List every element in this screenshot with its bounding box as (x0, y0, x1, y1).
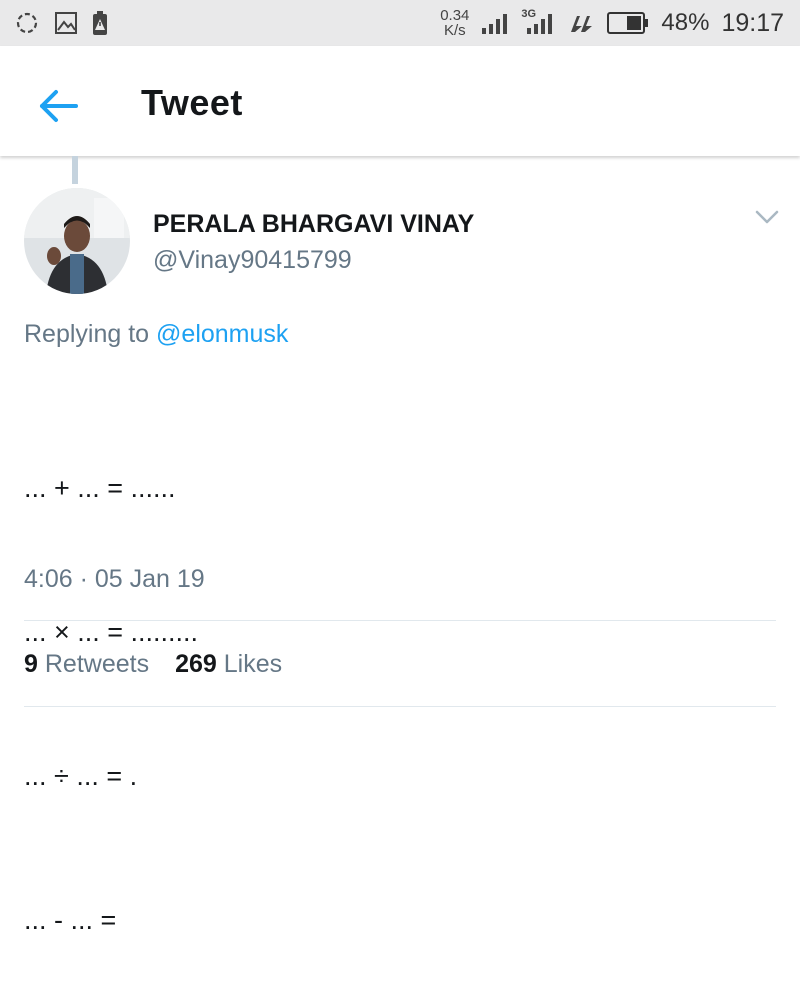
back-button[interactable] (36, 86, 80, 126)
retweets-label: Retweets (44, 650, 150, 678)
status-right: 0.34 K/s 3G 48% 19:17 (440, 8, 784, 38)
page-title: Tweet (141, 82, 243, 123)
app-bar: Tweet (0, 46, 800, 156)
thread-connector (72, 156, 78, 184)
sync-icon (16, 12, 38, 34)
replying-to-link[interactable]: @elonmusk (156, 320, 288, 348)
retweets-count: 9 (24, 650, 38, 678)
battery-percent: 48% (661, 9, 710, 36)
network-speed: 0.34 K/s (440, 8, 469, 38)
replying-to: Replying to @elonmusk (24, 320, 288, 349)
author-handle[interactable]: @Vinay90415799 (153, 246, 352, 275)
status-bar: 0.34 K/s 3G 48% 19:17 (0, 0, 800, 46)
data-arrows-icon (571, 16, 593, 32)
divider (24, 706, 776, 707)
speed-value: 0.34 (440, 7, 470, 24)
tweet-line: ... ÷ ... = . (24, 761, 138, 791)
signal-3g-icon: 3G (521, 8, 555, 36)
tweet-line: ... - ... = (24, 905, 117, 935)
tweet-timestamp: 4:06 · 05 Jan 19 (24, 565, 205, 593)
likes-label: Likes (223, 650, 283, 678)
back-arrow-icon (40, 90, 78, 122)
tweet-body: ... + ... = ...... ... × ... = .........… (24, 368, 198, 992)
speed-unit: K/s (443, 22, 466, 39)
tweet-stats: 9 Retweets 269 Likes (24, 650, 282, 679)
divider (24, 620, 776, 621)
likes-stat[interactable]: 269 Likes (175, 650, 282, 679)
tweet-line: ... + ... = ...... (24, 473, 176, 503)
battery-alert-icon (93, 11, 107, 35)
clock: 19:17 (721, 8, 784, 37)
avatar[interactable] (24, 188, 130, 294)
replying-prefix: Replying to (24, 320, 150, 348)
chevron-down-icon (755, 210, 779, 224)
more-options-button[interactable] (754, 208, 780, 226)
image-icon (55, 12, 77, 34)
status-left-icons (14, 10, 108, 36)
retweets-stat[interactable]: 9 Retweets (24, 650, 149, 679)
signal-icon (482, 14, 508, 34)
author-name[interactable]: PERALA BHARGAVI VINAY (153, 210, 474, 239)
tweet-line: ... × ... = ......... (24, 617, 199, 647)
likes-count: 269 (175, 650, 217, 678)
battery-icon (607, 12, 649, 34)
